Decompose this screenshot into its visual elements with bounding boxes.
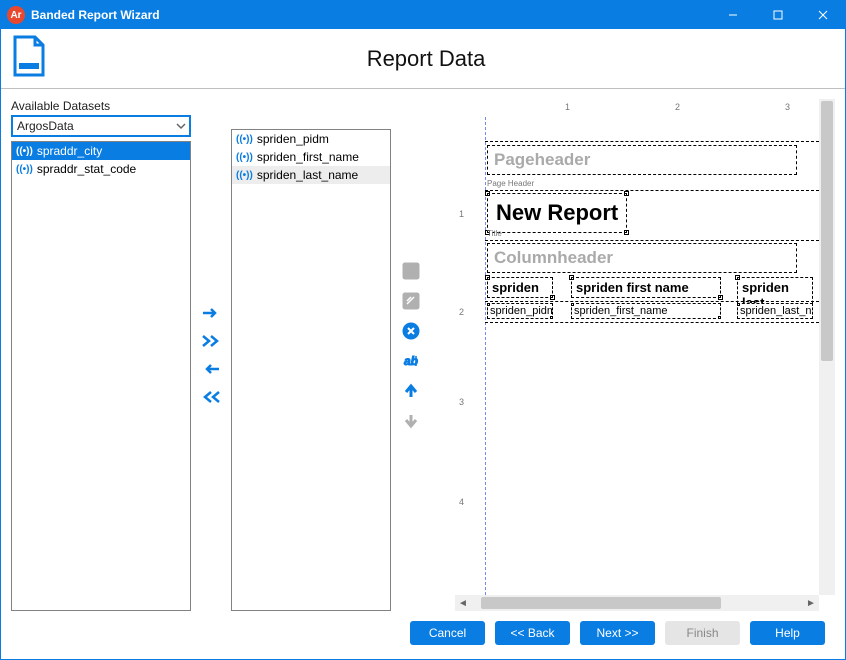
field-icon: ((•)): [236, 170, 253, 181]
titlebar: Ar Banded Report Wizard: [1, 1, 845, 29]
back-button[interactable]: << Back: [495, 621, 570, 645]
svg-text:E=: E=: [406, 268, 416, 277]
window-title: Banded Report Wizard: [31, 8, 710, 22]
app-icon: Ar: [7, 6, 25, 24]
window-controls: [710, 1, 845, 29]
add-all-button[interactable]: [199, 331, 223, 351]
list-item-label: spriden_first_name: [257, 150, 359, 164]
wizard-header: Report Data: [1, 29, 845, 89]
field-tools: E= ab: [397, 259, 425, 611]
detail-field-box[interactable]: spriden_pidm: [487, 303, 553, 319]
help-button[interactable]: Help: [750, 621, 825, 645]
scroll-left-icon[interactable]: ◄: [455, 595, 471, 611]
report-title-box[interactable]: New Report: [487, 193, 627, 233]
available-fields-list[interactable]: ((•)) spraddr_city ((•)) spraddr_stat_co…: [11, 141, 191, 611]
report-canvas[interactable]: Pageheader Page Header New Report Title: [473, 117, 819, 595]
rename-field-button[interactable]: ab: [399, 349, 423, 373]
column-header-box[interactable]: spriden first name: [571, 277, 721, 298]
list-item[interactable]: ((•)) spraddr_city: [12, 142, 190, 160]
list-item-label: spraddr_stat_code: [37, 162, 136, 176]
detail-field-box[interactable]: spriden_last_nam: [737, 303, 813, 319]
wizard-window: Ar Banded Report Wizard Report Data: [0, 0, 846, 660]
vertical-scrollbar[interactable]: [819, 99, 835, 595]
list-item[interactable]: ((•)) spriden_pidm: [232, 130, 390, 148]
move-controls: [197, 99, 225, 611]
remove-all-button[interactable]: [199, 387, 223, 407]
available-panel: Available Datasets ArgosData ((•)) sprad…: [11, 99, 191, 611]
report-icon: [11, 35, 47, 82]
column-header-box[interactable]: spriden: [487, 277, 553, 298]
pageheader-placeholder[interactable]: Pageheader: [487, 145, 797, 175]
margin-guide: [485, 117, 486, 595]
list-item[interactable]: ((•)) spraddr_stat_code: [12, 160, 190, 178]
maximize-button[interactable]: [755, 1, 800, 29]
field-icon: ((•)): [16, 146, 33, 157]
band-label: Page Header: [487, 179, 534, 188]
detail-field-box[interactable]: spriden_first_name: [571, 303, 721, 319]
field-icon: ((•)): [236, 134, 253, 145]
wizard-body: Available Datasets ArgosData ((•)) sprad…: [1, 89, 845, 611]
next-button[interactable]: Next >>: [580, 621, 655, 645]
list-item[interactable]: ((•)) spriden_last_name: [232, 166, 390, 184]
minimize-button[interactable]: [710, 1, 755, 29]
cancel-button[interactable]: Cancel: [410, 621, 485, 645]
field-icon: ((•)): [16, 164, 33, 175]
scroll-right-icon[interactable]: ►: [803, 595, 819, 611]
list-item-label: spraddr_city: [37, 144, 102, 158]
add-field-button[interactable]: [199, 303, 223, 323]
columnheader-placeholder[interactable]: Columnheader: [487, 243, 797, 273]
field-icon: ((•)): [236, 152, 253, 163]
page-title: Report Data: [57, 46, 835, 72]
report-preview[interactable]: 1 2 3 1 2 3 4 Pageheader: [431, 99, 835, 611]
move-down-button[interactable]: [399, 409, 423, 433]
wizard-footer: Cancel << Back Next >> Finish Help: [1, 611, 845, 659]
move-up-button[interactable]: [399, 379, 423, 403]
list-item[interactable]: ((•)) spriden_first_name: [232, 148, 390, 166]
delete-field-button[interactable]: [399, 319, 423, 343]
band-separator: [485, 190, 819, 191]
datasets-selected-value: ArgosData: [17, 119, 175, 133]
band-label: Title: [487, 229, 502, 238]
finish-button: Finish: [665, 621, 740, 645]
horizontal-scrollbar[interactable]: ◄ ►: [455, 595, 819, 611]
close-button[interactable]: [800, 1, 845, 29]
selected-fields-list[interactable]: ((•)) spriden_pidm ((•)) spriden_first_n…: [231, 129, 391, 611]
remove-field-button[interactable]: [199, 359, 223, 379]
band-separator: [485, 240, 819, 241]
edit-field-button[interactable]: [399, 289, 423, 313]
band-separator: [485, 141, 819, 142]
vertical-ruler: 1 2 3 4: [455, 117, 473, 595]
list-item-label: spriden_last_name: [257, 168, 358, 182]
selected-panel: ((•)) spriden_pidm ((•)) spriden_first_n…: [231, 125, 391, 611]
band-separator: [485, 301, 819, 302]
preview-panel: 1 2 3 1 2 3 4 Pageheader: [431, 99, 835, 611]
band-separator: [485, 322, 819, 323]
horizontal-ruler: 1 2 3: [485, 99, 819, 117]
datasets-label: Available Datasets: [11, 99, 191, 113]
calc-field-button[interactable]: E=: [399, 259, 423, 283]
datasets-dropdown[interactable]: ArgosData: [11, 115, 191, 137]
chevron-down-icon: [175, 120, 187, 132]
list-item-label: spriden_pidm: [257, 132, 329, 146]
